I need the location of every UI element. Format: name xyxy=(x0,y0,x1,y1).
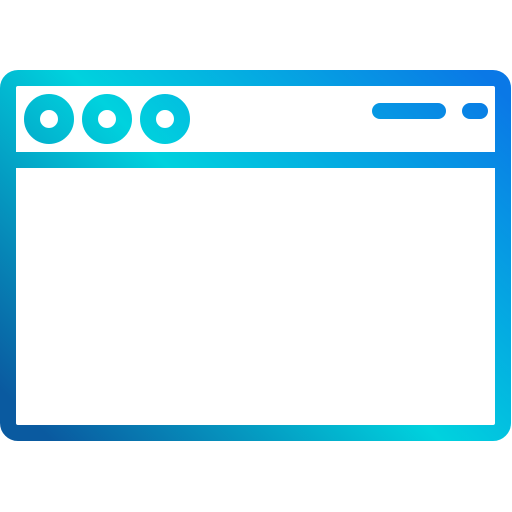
window-control-circle-1 xyxy=(24,94,74,144)
window-frame xyxy=(0,70,511,441)
icon-canvas xyxy=(0,0,512,512)
window-control-circle-2 xyxy=(82,94,132,144)
browser-window-icon xyxy=(0,70,511,441)
window-controls xyxy=(24,94,190,144)
window-control-circle-3 xyxy=(140,94,190,144)
content-area xyxy=(16,168,495,425)
